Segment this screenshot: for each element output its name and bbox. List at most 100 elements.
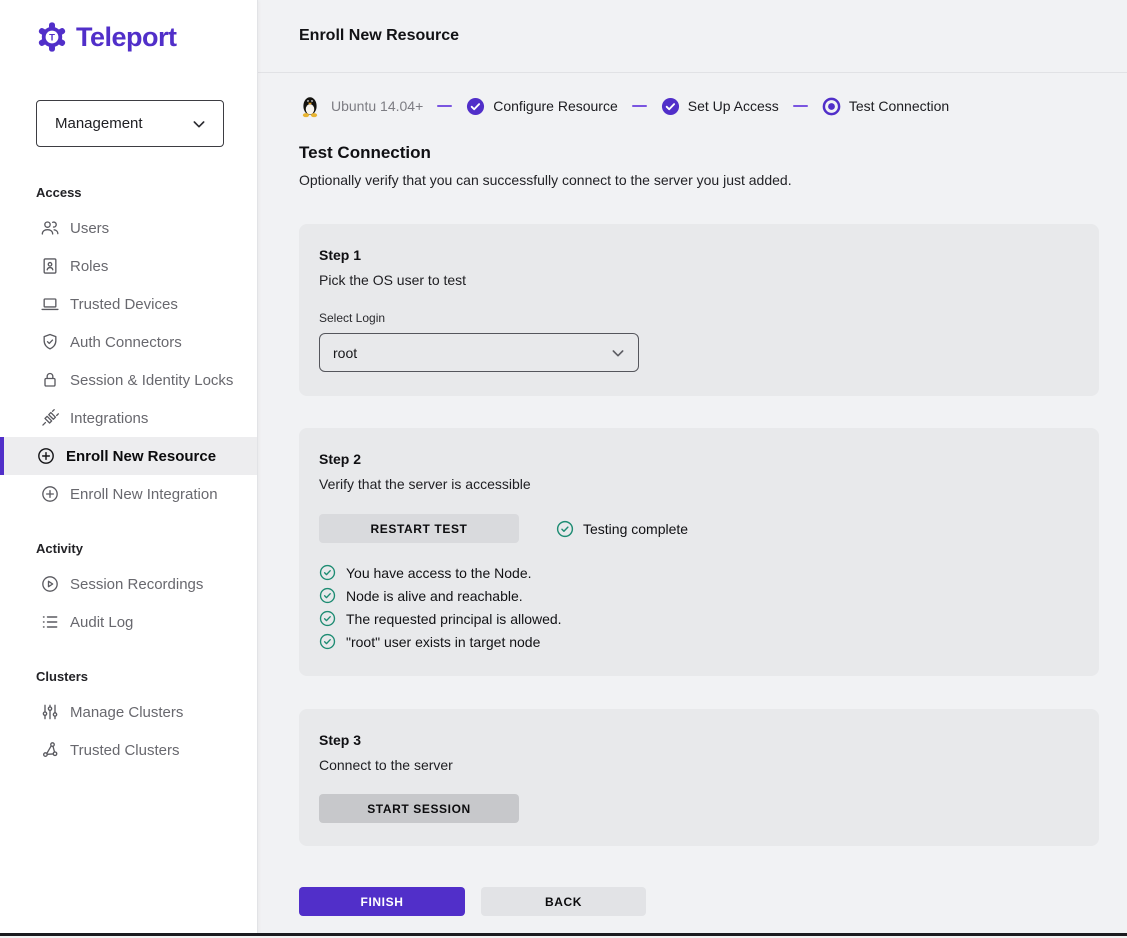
stepper-step-label: Test Connection [849,98,949,114]
sidebar-item-session-recordings[interactable]: Session Recordings [0,565,257,603]
step2-card: Step 2 Verify that the server is accessi… [299,428,1099,676]
sidebar-item-label: Integrations [70,410,148,427]
stepper-step-label: Configure Resource [493,98,618,114]
check-item-label: Node is alive and reachable. [346,588,523,604]
wizard-actions: FINISH BACK [299,887,1099,916]
step3-title: Step 3 [319,732,1079,748]
sidebar-item-label: Trusted Clusters [70,742,179,759]
stepper-step-configure-resource: Configure Resource [466,97,618,116]
sidebar-item-label: Roles [70,258,108,275]
main-panel: Enroll New Resource Ubuntu 14.04+ [258,0,1127,938]
check-item: You have access to the Node. [319,564,1079,581]
sidebar-item-integrations[interactable]: Integrations [0,399,257,437]
test-status: Testing complete [556,520,688,538]
section-subtitle: Optionally verify that you can successfu… [299,172,1099,188]
check-circle-icon [319,610,336,627]
teleport-logo[interactable]: T Teleport [0,20,257,54]
check-circle-icon [319,587,336,604]
test-check-list: You have access to the Node. Node is ali… [319,564,1079,650]
select-login-label: Select Login [319,311,1079,325]
sidebar-item-label: Trusted Devices [70,296,178,313]
stepper-step-label: Set Up Access [688,98,779,114]
page-header: Enroll New Resource [258,0,1127,73]
login-select[interactable]: root [319,333,639,372]
stepper-step-set-up-access: Set Up Access [661,97,779,116]
section-title: Test Connection [299,143,1099,163]
step3-description: Connect to the server [319,757,1079,773]
step-check-icon [661,97,680,116]
roles-icon [40,256,60,276]
stepper-connector [793,105,808,107]
login-select-value: root [333,345,357,361]
check-item: "root" user exists in target node [319,633,1079,650]
sidebar-item-roles[interactable]: Roles [0,247,257,285]
play-circle-icon [40,574,60,594]
chevron-down-icon [191,116,207,132]
teleport-wordmark: Teleport [76,22,177,53]
sidebar-item-session-identity-locks[interactable]: Session & Identity Locks [0,361,257,399]
enroll-stepper: Ubuntu 14.04+ Configure Resource Set Up … [258,73,1127,124]
sidebar-item-enroll-new-integration[interactable]: Enroll New Integration [0,475,257,513]
page-title: Enroll New Resource [299,27,459,45]
stepper-connector [632,105,647,107]
step1-title: Step 1 [319,247,1079,263]
step-check-icon [466,97,485,116]
window-bottom-edge [0,933,1127,938]
sidebar: T Teleport Management Access [0,0,258,938]
svg-text:T: T [49,32,55,43]
sidebar-item-label: Session Recordings [70,576,203,593]
lock-icon [40,370,60,390]
section-label-activity: Activity [0,541,257,556]
sidebar-item-label: Audit Log [70,614,133,631]
linux-tux-icon [299,94,321,118]
step1-card: Step 1 Pick the OS user to test Select L… [299,224,1099,396]
check-item-label: The requested principal is allowed. [346,611,562,627]
sidebar-item-label: Auth Connectors [70,334,182,351]
shield-check-icon [40,332,60,352]
section-label-access: Access [0,185,257,200]
sliders-icon [40,702,60,722]
check-item-label: You have access to the Node. [346,565,532,581]
stepper-connector [437,105,452,107]
check-circle-icon [319,564,336,581]
step2-title: Step 2 [319,451,1079,467]
step3-card: Step 3 Connect to the server START SESSI… [299,709,1099,846]
sidebar-item-label: Session & Identity Locks [70,372,233,389]
workspace-selector[interactable]: Management [36,100,224,147]
restart-test-button[interactable]: RESTART TEST [319,514,519,543]
sidebar-nav: Access Users Roles [0,185,257,769]
sidebar-item-trusted-devices[interactable]: Trusted Devices [0,285,257,323]
sidebar-item-auth-connectors[interactable]: Auth Connectors [0,323,257,361]
list-icon [40,612,60,632]
sidebar-item-trusted-clusters[interactable]: Trusted Clusters [0,731,257,769]
sidebar-item-label: Users [70,220,109,237]
start-session-button[interactable]: START SESSION [319,794,519,823]
app-window: T Teleport Management Access [0,0,1127,938]
workspace-selector-value: Management [55,115,143,132]
test-connection-section: Test Connection Optionally verify that y… [258,124,1127,916]
network-icon [40,740,60,760]
check-circle-icon [556,520,574,538]
finish-button[interactable]: FINISH [299,887,465,916]
sidebar-item-users[interactable]: Users [0,209,257,247]
laptop-icon [40,294,60,314]
sidebar-item-label: Enroll New Resource [66,448,216,465]
sidebar-item-manage-clusters[interactable]: Manage Clusters [0,693,257,731]
check-item: The requested principal is allowed. [319,610,1079,627]
plus-circle-icon [36,446,56,466]
check-item: Node is alive and reachable. [319,587,1079,604]
plus-circle-icon [40,484,60,504]
sidebar-item-label: Manage Clusters [70,704,183,721]
users-icon [40,218,60,238]
section-label-clusters: Clusters [0,669,257,684]
back-button[interactable]: BACK [481,887,646,916]
plug-icon [40,408,60,428]
check-circle-icon [319,633,336,650]
sidebar-item-audit-log[interactable]: Audit Log [0,603,257,641]
teleport-gear-icon: T [36,21,68,53]
step-active-icon [822,97,841,116]
step2-description: Verify that the server is accessible [319,476,1079,492]
test-status-label: Testing complete [583,521,688,537]
stepper-resource-label: Ubuntu 14.04+ [331,98,423,114]
sidebar-item-enroll-new-resource[interactable]: Enroll New Resource [0,437,257,475]
